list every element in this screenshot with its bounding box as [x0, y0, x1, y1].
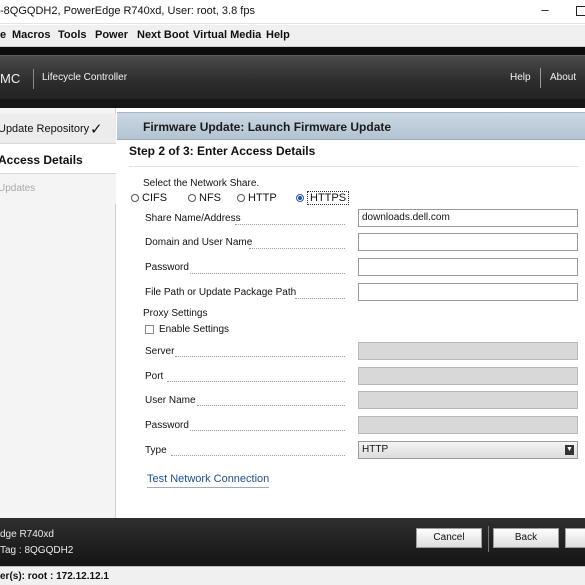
leader-dots: [171, 455, 345, 456]
network-share-radio-group: CIFS NFS HTTP HTTPS: [131, 191, 371, 208]
leader-dots: [167, 381, 345, 382]
window-title-bar: -8QGQDH2, PowerEdge R740xd, User: root, …: [0, 0, 585, 24]
footer-bar: dge R740xd Tag : 8QGQDH2 Cancel Back: [0, 518, 585, 566]
radio-circle-icon: [188, 194, 196, 202]
menu-power[interactable]: Power: [95, 29, 128, 41]
radio-cifs[interactable]: CIFS: [131, 192, 167, 204]
sidebar-item-update-repository[interactable]: Update Repository ✓: [0, 114, 116, 144]
proxy-settings-heading: Proxy Settings: [143, 308, 208, 319]
radio-label: HTTPS: [307, 191, 350, 205]
proxy-type-value: HTTP: [362, 444, 389, 455]
next-button[interactable]: [565, 528, 585, 548]
leader-dots: [175, 356, 345, 357]
test-network-connection-link[interactable]: Test Network Connection: [147, 473, 270, 488]
password-input[interactable]: [358, 258, 578, 276]
radio-label: HTTP: [248, 192, 277, 204]
radio-circle-icon: [131, 194, 139, 202]
service-tag: Tag : 8QGQDH2: [0, 545, 74, 556]
about-link[interactable]: About: [550, 72, 576, 83]
app-name: Lifecycle Controller: [42, 72, 128, 83]
proxy-type-select[interactable]: HTTP ▼: [358, 441, 578, 459]
file-path-label: File Path or Update Package Path: [145, 287, 297, 298]
brand-divider: [33, 69, 34, 89]
header-divider: [540, 68, 541, 88]
enable-proxy-checkbox[interactable]: [145, 325, 154, 334]
sidebar-item-label: Update Repository: [0, 123, 90, 135]
menu-tools[interactable]: Tools: [58, 29, 87, 41]
window-title: -8QGQDH2, PowerEdge R740xd, User: root, …: [0, 5, 255, 17]
leader-dots: [190, 273, 345, 274]
domain-user-label: Domain and User Name: [145, 237, 253, 248]
share-name-label: Share Name/Address: [145, 213, 241, 224]
header-underbar: [0, 99, 585, 108]
divider: [129, 166, 579, 167]
menu-bar: e Macros Tools Power Next Boot Virtual M…: [0, 25, 585, 47]
cancel-button[interactable]: Cancel: [416, 528, 482, 548]
minimize-button[interactable]: –: [538, 0, 552, 22]
proxy-user-input: [358, 391, 578, 409]
panel-title: Firmware Update: Launch Firmware Update: [143, 120, 392, 134]
sidebar-item-updates: Updates: [0, 174, 116, 204]
status-text: er(s): root : 172.12.12.1: [0, 571, 109, 582]
back-button[interactable]: Back: [493, 528, 559, 548]
menu-virtual-media[interactable]: Virtual Media: [193, 29, 261, 41]
radio-circle-icon: [237, 194, 245, 202]
menu-item-cut-off[interactable]: e: [0, 29, 6, 41]
leader-dots: [235, 224, 345, 225]
radio-label: CIFS: [142, 192, 168, 204]
menu-macros[interactable]: Macros: [12, 29, 51, 41]
leader-dots: [190, 430, 345, 431]
brand-logo: MC: [0, 71, 21, 86]
password-label: Password: [145, 262, 189, 273]
app-header: MC Lifecycle Controller Help About: [0, 55, 585, 99]
enable-proxy-label: Enable Settings: [159, 324, 230, 335]
sidebar-item-access-details[interactable]: Access Details: [0, 144, 116, 174]
radio-label: NFS: [199, 192, 221, 204]
wizard-step-sidebar: Update Repository ✓ Access Details Updat…: [0, 108, 116, 518]
domain-user-input[interactable]: [358, 233, 578, 251]
proxy-port-input: [358, 367, 578, 385]
sidebar-item-label: Access Details: [0, 153, 83, 167]
network-share-label: Select the Network Share.: [143, 178, 260, 189]
radio-http[interactable]: HTTP: [237, 192, 277, 204]
leader-dots: [197, 405, 345, 406]
menu-help[interactable]: Help: [266, 29, 290, 41]
leader-dots: [295, 298, 345, 299]
main-content: Firmware Update: Launch Firmware Update …: [117, 108, 585, 518]
maximize-button[interactable]: [576, 6, 585, 16]
proxy-server-input: [358, 342, 578, 360]
radio-https[interactable]: HTTPS: [296, 191, 350, 205]
menu-next-boot[interactable]: Next Boot: [137, 29, 189, 41]
dropdown-arrow-icon: ▼: [565, 445, 574, 455]
radio-selected-icon: [296, 194, 304, 202]
server-model: dge R740xd: [0, 529, 54, 540]
footer-divider: [488, 526, 489, 552]
help-link[interactable]: Help: [510, 72, 531, 83]
radio-nfs[interactable]: NFS: [188, 192, 221, 204]
share-name-input[interactable]: downloads.dell.com: [358, 209, 578, 227]
sidebar-item-label: Updates: [0, 183, 36, 194]
panel-header: Firmware Update: Launch Firmware Update: [117, 112, 585, 140]
checkmark-icon: ✓: [90, 121, 103, 138]
header-top-frame: [0, 47, 585, 55]
proxy-password-input: [358, 416, 578, 434]
status-bar: er(s): root : 172.12.12.1: [0, 566, 585, 585]
file-path-input[interactable]: [358, 283, 578, 301]
step-title: Step 2 of 3: Enter Access Details: [129, 144, 316, 158]
leader-dots: [249, 248, 345, 249]
